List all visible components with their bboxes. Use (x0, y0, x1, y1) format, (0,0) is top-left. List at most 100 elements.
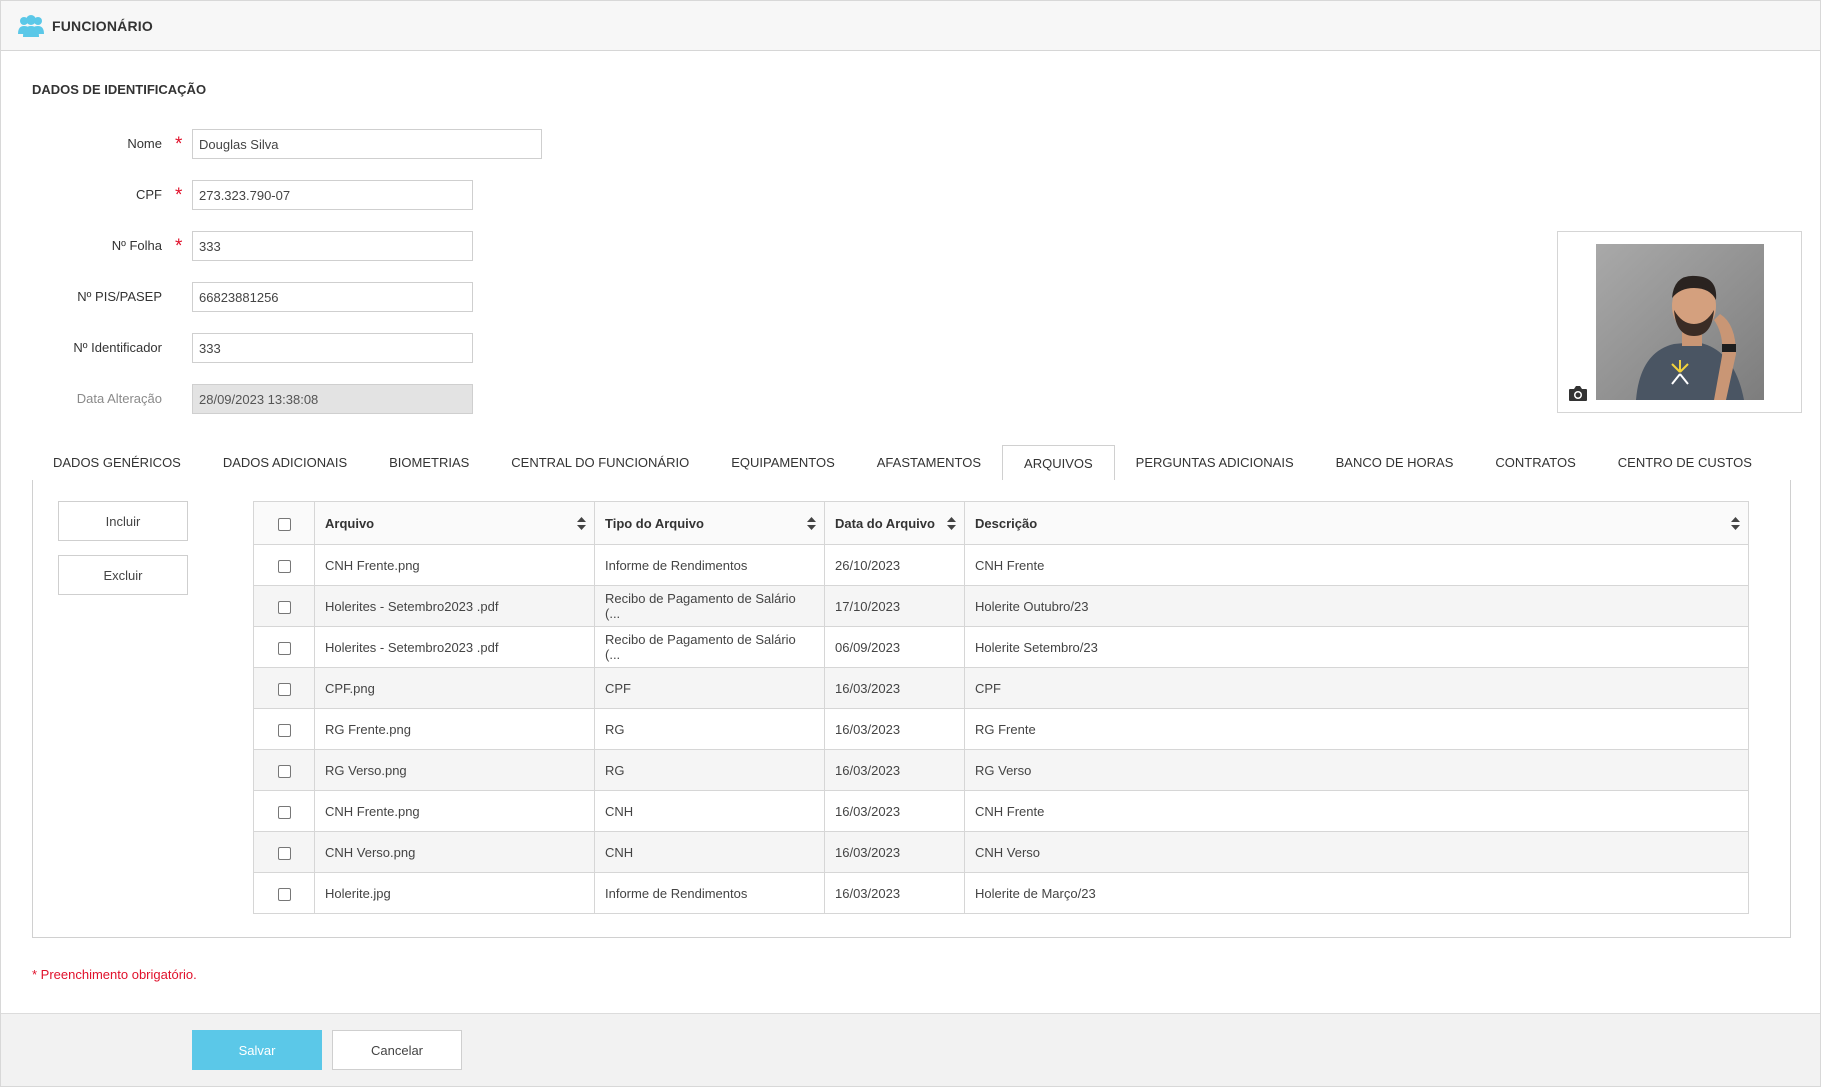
files-table-body: CNH Frente.png Informe de Rendimentos 26… (253, 544, 1749, 914)
row-checkbox[interactable] (277, 723, 291, 737)
cell-tipo: RG (594, 749, 825, 791)
cell-tipo: CNH (594, 831, 825, 873)
cell-arquivo: CNH Frente.png (314, 544, 595, 586)
row-select-cell (253, 626, 315, 668)
tab-equipamentos[interactable]: EQUIPAMENTOS (710, 445, 856, 481)
cancel-button[interactable]: Cancelar (332, 1030, 462, 1070)
files-tab-panel: Incluir Excluir Arquivo Tipo do Arquivo (32, 480, 1791, 938)
pis-label: Nº PIS/PASEP (77, 289, 162, 304)
cell-tipo: RG (594, 708, 825, 750)
table-row[interactable]: RG Verso.png RG 16/03/2023 RG Verso (253, 749, 1749, 791)
folha-label: Nº Folha (111, 238, 162, 253)
cell-tipo: CPF (594, 667, 825, 709)
cell-tipo: Informe de Rendimentos (594, 872, 825, 914)
row-select-cell (253, 749, 315, 791)
row-checkbox[interactable] (277, 641, 291, 655)
table-row[interactable]: CPF.png CPF 16/03/2023 CPF (253, 667, 1749, 709)
tab-afastamentos[interactable]: AFASTAMENTOS (856, 445, 1002, 481)
cell-descricao: CNH Frente (964, 544, 1749, 586)
row-select-cell (253, 667, 315, 709)
row-checkbox[interactable] (277, 559, 291, 573)
row-checkbox[interactable] (277, 805, 291, 819)
tab-biometrias[interactable]: BIOMETRIAS (368, 445, 490, 481)
save-button[interactable]: Salvar (192, 1030, 322, 1070)
cell-tipo: Recibo de Pagamento de Salário (... (594, 585, 825, 627)
data-alteracao-input (192, 384, 473, 414)
employee-photo-box[interactable] (1557, 231, 1802, 413)
row-select-cell (253, 790, 315, 832)
field-row-nome: Nome * (1, 129, 561, 159)
cell-data: 16/03/2023 (824, 872, 965, 914)
select-all-cell (253, 501, 315, 545)
cpf-input[interactable] (192, 180, 473, 210)
page-title: FUNCIONÁRIO (52, 17, 153, 34)
sort-icon[interactable] (807, 517, 816, 530)
cell-descricao: CNH Frente (964, 790, 1749, 832)
select-all-checkbox[interactable] (277, 517, 291, 531)
row-checkbox[interactable] (277, 682, 291, 696)
row-checkbox[interactable] (277, 764, 291, 778)
sort-icon[interactable] (1731, 517, 1740, 530)
cell-descricao: CPF (964, 667, 1749, 709)
tab-central-do-funcionario[interactable]: CENTRAL DO FUNCIONÁRIO (490, 445, 710, 481)
table-row[interactable]: CNH Frente.png Informe de Rendimentos 26… (253, 544, 1749, 586)
app-header: FUNCIONÁRIO (1, 1, 1820, 51)
table-header-row: Arquivo Tipo do Arquivo Data do Arquivo … (253, 501, 1749, 545)
cell-arquivo: CNH Frente.png (314, 790, 595, 832)
tab-arquivos[interactable]: ARQUIVOS (1002, 445, 1115, 482)
table-row[interactable]: Holerites - Setembro2023 .pdf Recibo de … (253, 626, 1749, 668)
tab-contratos[interactable]: CONTRATOS (1474, 445, 1596, 481)
cell-descricao: Holerite Outubro/23 (964, 585, 1749, 627)
tab-banco-de-horas[interactable]: BANCO DE HORAS (1315, 445, 1475, 481)
table-row[interactable]: Holerite.jpg Informe de Rendimentos 16/0… (253, 872, 1749, 914)
col-arquivo-label: Arquivo (325, 515, 375, 531)
col-data-label: Data do Arquivo (835, 515, 935, 531)
nome-input[interactable] (192, 129, 542, 159)
cell-arquivo: RG Frente.png (314, 708, 595, 750)
employee-photo (1596, 244, 1764, 400)
sort-icon[interactable] (577, 517, 586, 530)
folha-input[interactable] (192, 231, 473, 261)
col-data-arquivo[interactable]: Data do Arquivo (824, 501, 965, 545)
row-select-cell (253, 544, 315, 586)
row-select-cell (253, 831, 315, 873)
col-arquivo[interactable]: Arquivo (314, 501, 595, 545)
incluir-button[interactable]: Incluir (58, 501, 188, 541)
tab-centro-de-custos[interactable]: CENTRO DE CUSTOS (1597, 445, 1773, 481)
tab-perguntas-adicionais[interactable]: PERGUNTAS ADICIONAIS (1115, 445, 1315, 481)
employee-photo-image (1596, 244, 1764, 400)
camera-icon[interactable] (1568, 385, 1588, 402)
pis-input[interactable] (192, 282, 473, 312)
col-tipo-label: Tipo do Arquivo (605, 515, 704, 531)
field-row-pis: Nº PIS/PASEP (1, 282, 561, 312)
cell-descricao: CNH Verso (964, 831, 1749, 873)
required-note: * Preenchimento obrigatório. (32, 967, 197, 982)
col-tipo-arquivo[interactable]: Tipo do Arquivo (594, 501, 825, 545)
footer-bar: Salvar Cancelar (1, 1013, 1820, 1086)
tab-dados-adicionais[interactable]: DADOS ADICIONAIS (202, 445, 368, 481)
row-checkbox[interactable] (277, 887, 291, 901)
table-row[interactable]: CNH Frente.png CNH 16/03/2023 CNH Frente (253, 790, 1749, 832)
tab-dados-genericos[interactable]: DADOS GENÉRICOS (32, 445, 202, 481)
cell-arquivo: Holerites - Setembro2023 .pdf (314, 626, 595, 668)
col-descricao-label: Descrição (975, 515, 1038, 531)
cell-arquivo: Holerites - Setembro2023 .pdf (314, 585, 595, 627)
cell-data: 16/03/2023 (824, 831, 965, 873)
cell-data: 16/03/2023 (824, 667, 965, 709)
table-row[interactable]: Holerites - Setembro2023 .pdf Recibo de … (253, 585, 1749, 627)
excluir-button[interactable]: Excluir (58, 555, 188, 595)
row-checkbox[interactable] (277, 600, 291, 614)
sort-icon[interactable] (947, 517, 956, 530)
identificador-input[interactable] (192, 333, 473, 363)
col-descricao[interactable]: Descrição (964, 501, 1749, 545)
table-row[interactable]: RG Frente.png RG 16/03/2023 RG Frente (253, 708, 1749, 750)
row-checkbox[interactable] (277, 846, 291, 860)
cell-descricao: RG Verso (964, 749, 1749, 791)
cell-descricao: RG Frente (964, 708, 1749, 750)
cell-data: 06/09/2023 (824, 626, 965, 668)
cell-data: 16/03/2023 (824, 749, 965, 791)
cell-tipo: Informe de Rendimentos (594, 544, 825, 586)
row-select-cell (253, 585, 315, 627)
table-row[interactable]: CNH Verso.png CNH 16/03/2023 CNH Verso (253, 831, 1749, 873)
cell-data: 16/03/2023 (824, 790, 965, 832)
